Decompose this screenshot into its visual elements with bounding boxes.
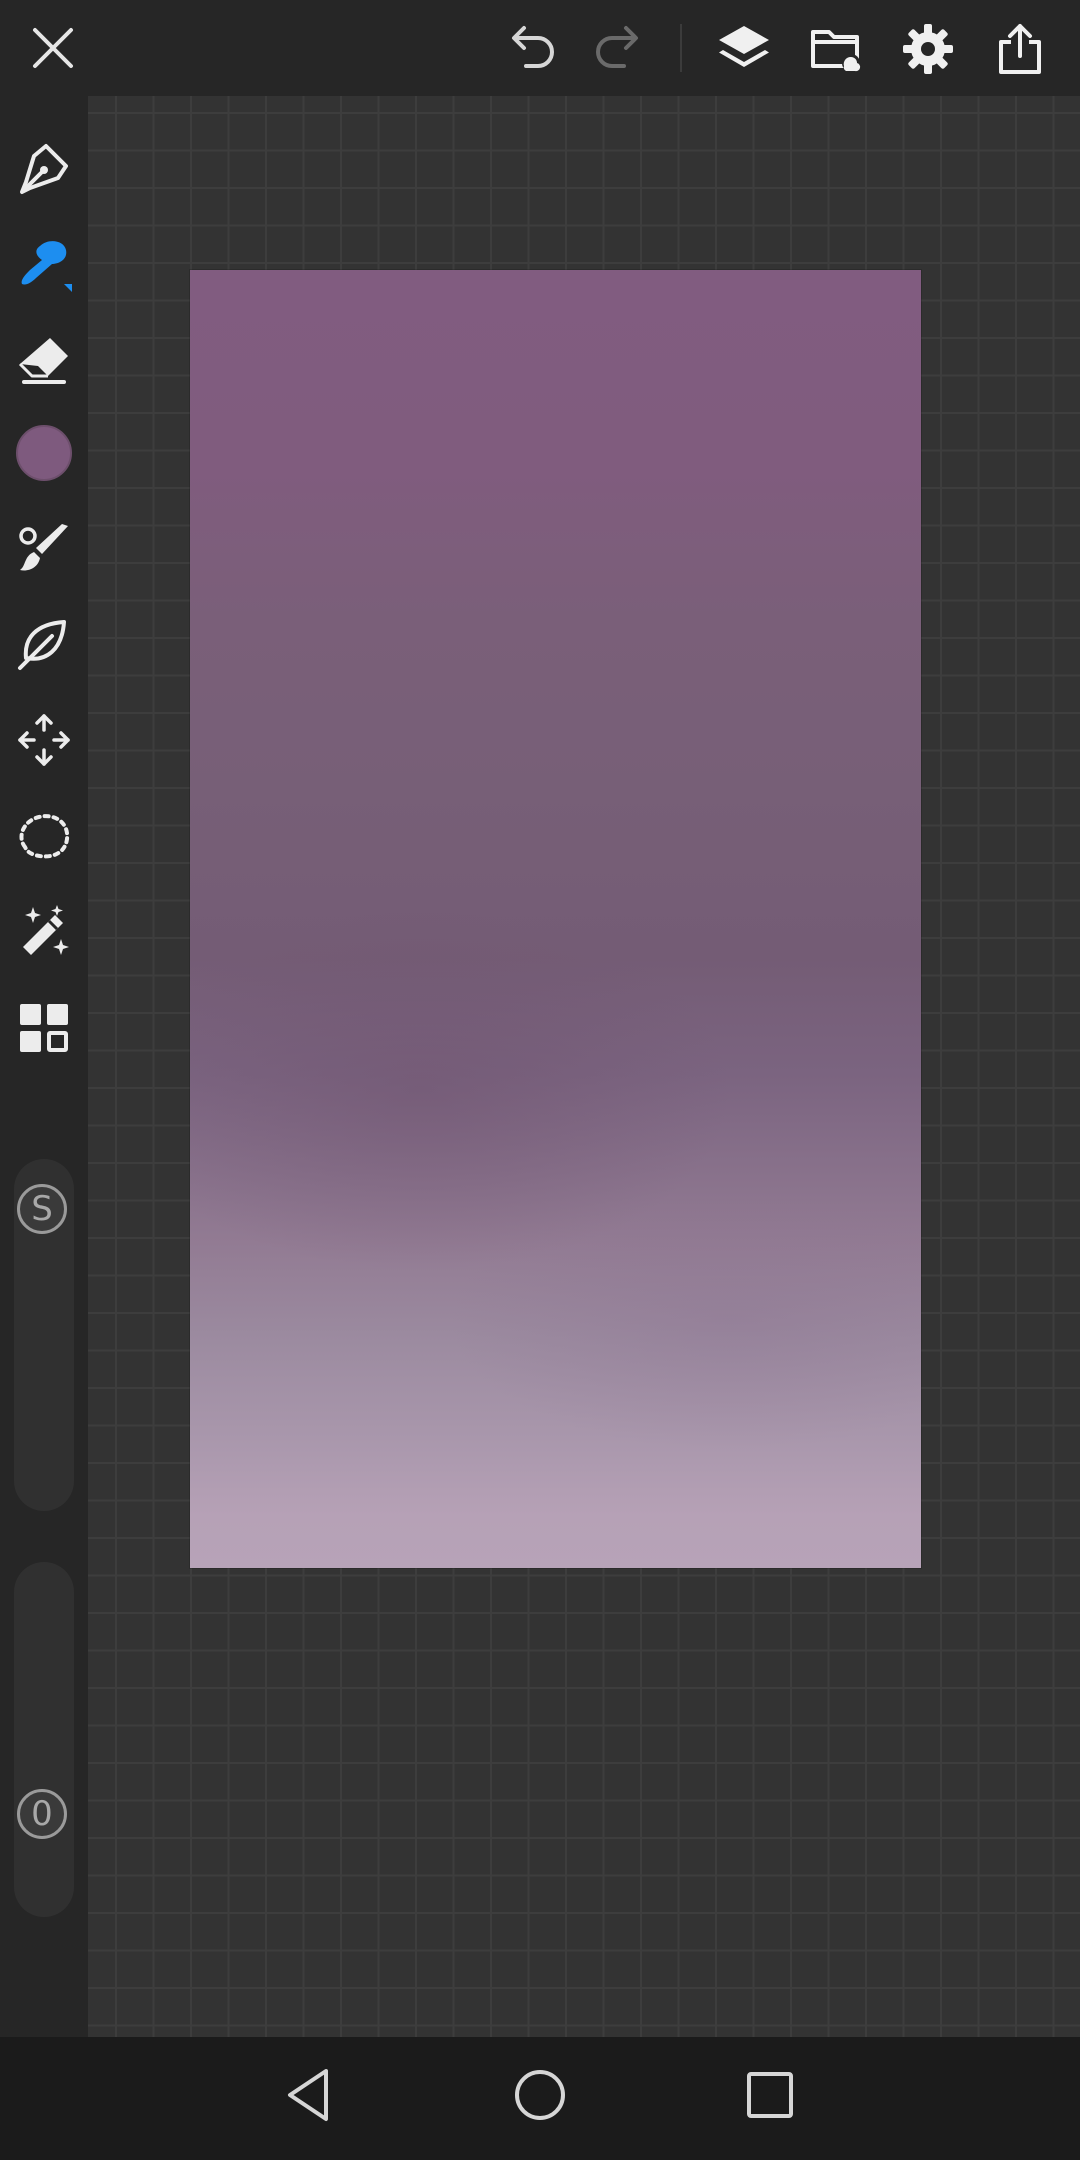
eraser-tool-button[interactable] <box>12 328 76 392</box>
layers-button[interactable] <box>712 20 776 78</box>
opacity-slider[interactable] <box>14 1562 74 1917</box>
redo-icon <box>596 26 638 68</box>
brush-icon <box>21 241 72 292</box>
brush-settings-button[interactable] <box>12 516 76 580</box>
recents-button[interactable] <box>738 2063 802 2127</box>
grid-icon <box>20 1004 68 1052</box>
lasso-icon <box>19 814 70 859</box>
more-tools-button[interactable] <box>12 996 76 1060</box>
recents-icon <box>747 2072 793 2118</box>
top-toolbar <box>0 0 1080 96</box>
share-icon <box>999 24 1041 74</box>
paint-brush-icon <box>19 524 68 571</box>
eraser-icon <box>18 338 68 384</box>
gear-icon <box>903 24 953 74</box>
color-swatch[interactable] <box>16 425 72 481</box>
export-button[interactable] <box>988 20 1052 78</box>
close-icon <box>33 28 73 68</box>
opacity-slider-knob[interactable]: 0 <box>17 1789 67 1839</box>
pen-tool-icon <box>20 144 68 194</box>
close-button[interactable] <box>22 20 84 76</box>
magic-wand-icon <box>23 905 69 955</box>
canvas-workspace[interactable] <box>88 96 1080 2037</box>
brush-tool-button[interactable] <box>12 232 76 296</box>
file-button[interactable] <box>804 20 868 78</box>
tool-sidebar: S 0 <box>0 96 88 2037</box>
system-navigation-bar <box>0 2037 1080 2160</box>
size-slider-knob[interactable]: S <box>17 1184 67 1234</box>
settings-button[interactable] <box>896 20 960 78</box>
magic-wand-button[interactable] <box>12 900 76 964</box>
pen-tool-button[interactable] <box>12 136 76 200</box>
home-button[interactable] <box>508 2063 572 2127</box>
move-icon <box>18 714 70 766</box>
toolbar-divider <box>680 24 682 72</box>
back-button[interactable] <box>276 2063 340 2127</box>
redo-button[interactable] <box>584 20 648 76</box>
folder-icon <box>811 30 861 72</box>
undo-icon <box>512 26 554 68</box>
leaf-icon <box>18 620 66 670</box>
lasso-tool-button[interactable] <box>12 804 76 868</box>
undo-button[interactable] <box>502 20 566 76</box>
drawing-canvas[interactable] <box>190 270 921 1568</box>
transform-tool-button[interactable] <box>12 708 76 772</box>
smudge-tool-button[interactable] <box>12 612 76 676</box>
layers-icon <box>719 26 769 67</box>
back-icon <box>288 2069 328 2121</box>
home-icon <box>515 2070 565 2120</box>
